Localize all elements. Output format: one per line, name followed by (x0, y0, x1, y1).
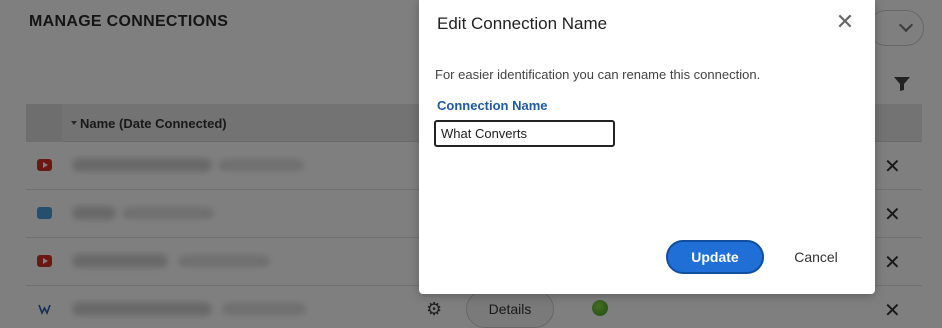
page: MANAGE CONNECTIONS Name (Date Connected)… (0, 0, 942, 328)
dialog-title: Edit Connection Name (437, 14, 608, 33)
dialog-description: For easier identification you can rename… (435, 67, 761, 82)
cancel-button[interactable]: Cancel (781, 240, 851, 274)
close-icon[interactable]: ✕ (833, 10, 857, 34)
connection-name-label: Connection Name (437, 98, 548, 113)
edit-connection-dialog: Edit Connection Name ✕ For easier identi… (419, 0, 875, 294)
connection-name-input[interactable] (434, 120, 615, 147)
update-button[interactable]: Update (666, 240, 764, 274)
